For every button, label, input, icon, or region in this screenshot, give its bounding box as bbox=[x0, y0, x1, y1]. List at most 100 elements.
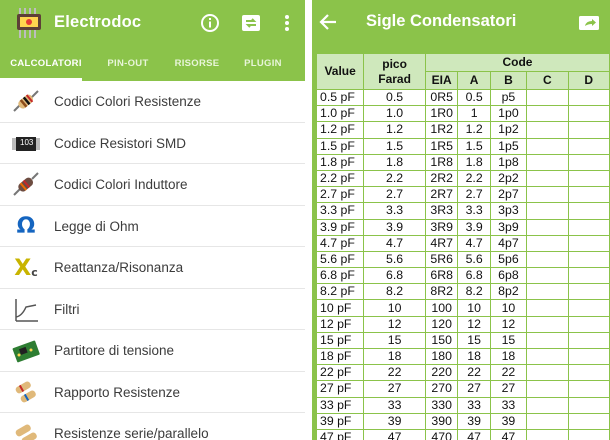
table-cell: 39 bbox=[363, 412, 426, 430]
table-row: 15 pF 15 150 15 15 bbox=[316, 331, 610, 350]
table-cell: 12 bbox=[363, 315, 426, 333]
table-cell: 2R2 bbox=[424, 169, 459, 188]
table-cell: 2.7 bbox=[457, 186, 491, 204]
table-cell-empty bbox=[526, 315, 569, 333]
table-cell: 5.6 bbox=[363, 250, 426, 269]
table-cell: 33 bbox=[457, 396, 491, 414]
table-cell-empty bbox=[526, 412, 569, 430]
table-cell: 3.3 bbox=[457, 202, 491, 220]
table-cell: 3R3 bbox=[424, 202, 459, 220]
table-row: 27 pF 27 270 27 27 bbox=[316, 380, 610, 398]
menu-item-series-parallel[interactable]: Resistenze serie/parallelo bbox=[0, 413, 305, 440]
table-cell-empty bbox=[526, 299, 569, 317]
table-cell: 1.2 pF bbox=[316, 121, 365, 139]
tab-risorse[interactable]: RISORSE bbox=[168, 48, 226, 81]
table-cell: 12 pF bbox=[316, 315, 365, 333]
table-cell: 5R6 bbox=[424, 250, 459, 269]
inductor-icon bbox=[13, 172, 39, 196]
table-row: 6.8 pF 6.8 6R8 6.8 6p8 bbox=[316, 267, 610, 285]
table-row: 1.0 pF 1.0 1R0 1 1p0 bbox=[316, 105, 610, 123]
table-cell-empty bbox=[567, 169, 610, 188]
table-cell: 0.5 bbox=[363, 88, 426, 107]
table-cell: 33 bbox=[363, 396, 426, 414]
header-code: Code bbox=[424, 53, 610, 72]
table-cell: 2.7 pF bbox=[316, 186, 365, 204]
table-row: 8.2 pF 8.2 8R2 8.2 8p2 bbox=[316, 283, 610, 301]
swap-icon[interactable] bbox=[240, 12, 262, 34]
table-row: 33 pF 33 330 33 33 bbox=[316, 396, 610, 414]
app-title: Electrodoc bbox=[54, 13, 142, 31]
capacitor-codes-screen: Sigle Condensatori Value pico Farad Code… bbox=[312, 0, 610, 440]
menu-item-reactance[interactable]: Xc Reattanza/Risonanza bbox=[0, 247, 305, 289]
menu-item-voltage-divider[interactable]: Partitore di tensione bbox=[0, 330, 305, 372]
menu-item-ohm-law[interactable]: Ω Legge di Ohm bbox=[0, 206, 305, 247]
table-cell: 1.5 pF bbox=[316, 137, 365, 155]
table-cell-empty bbox=[526, 380, 569, 398]
table-cell: 150 bbox=[424, 331, 459, 350]
table-cell: 8.2 pF bbox=[316, 283, 365, 301]
table-cell-empty bbox=[526, 331, 569, 350]
menu-item-filters[interactable]: Filtri bbox=[0, 289, 305, 330]
omega-icon: Ω bbox=[16, 214, 36, 239]
table-scroll[interactable]: Value pico Farad Code EIA A B C D 0.5 pF… bbox=[316, 53, 610, 440]
table-cell: 2p2 bbox=[489, 169, 528, 188]
table-cell: 22 pF bbox=[316, 364, 365, 382]
table-cell-empty bbox=[567, 299, 610, 317]
table-row: 39 pF 39 390 39 39 bbox=[316, 412, 610, 430]
table-cell: 5.6 pF bbox=[316, 250, 365, 269]
table-row: 3.3 pF 3.3 3R3 3.3 3p3 bbox=[316, 202, 610, 220]
table-cell-empty bbox=[567, 364, 610, 382]
table-cell: 120 bbox=[424, 315, 459, 333]
header-pico-farad: pico Farad bbox=[363, 53, 426, 90]
arrow-back-icon[interactable] bbox=[316, 10, 342, 34]
table-cell: 390 bbox=[424, 412, 459, 430]
table-cell: 15 bbox=[489, 331, 528, 350]
table-cell: 4p7 bbox=[489, 234, 528, 252]
share-icon[interactable] bbox=[578, 12, 600, 32]
menu-label: Rapporto Resistenze bbox=[54, 384, 181, 400]
table-cell: 4.7 pF bbox=[316, 234, 365, 252]
header-farad: Farad bbox=[378, 71, 411, 86]
table-cell: 1p0 bbox=[489, 105, 528, 123]
table-cell-empty bbox=[526, 186, 569, 204]
menu-item-resistor-ratio[interactable]: Rapporto Resistenze bbox=[0, 372, 305, 413]
content-area: Value pico Farad Code EIA A B C D 0.5 pF… bbox=[312, 45, 610, 440]
menu-label: Reattanza/Risonanza bbox=[54, 260, 184, 275]
more-vert-icon[interactable] bbox=[276, 12, 298, 34]
table-cell: 10 bbox=[489, 299, 528, 317]
header-b: B bbox=[489, 71, 528, 90]
smd-resistor-icon: 103 bbox=[12, 131, 40, 157]
header-d: D bbox=[567, 71, 610, 90]
table-cell: 27 bbox=[489, 380, 528, 398]
table-cell: 12 bbox=[489, 315, 528, 333]
table-cell: 1.0 bbox=[363, 105, 426, 123]
table-cell: 3p9 bbox=[489, 218, 528, 236]
table-cell: 22 bbox=[457, 364, 491, 382]
tab-plugin[interactable]: PLUGIN bbox=[236, 48, 290, 81]
table-cell: 1p8 bbox=[489, 153, 528, 171]
menu-item-smd-resistor[interactable]: 103 Codice Resistori SMD bbox=[0, 123, 305, 164]
info-icon[interactable] bbox=[199, 12, 221, 34]
table-cell: 2.7 bbox=[363, 186, 426, 204]
menu-label: Resistenze serie/parallelo bbox=[54, 426, 209, 440]
table-cell: 27 bbox=[457, 380, 491, 398]
table-cell: 2p7 bbox=[489, 186, 528, 204]
header-pico: pico bbox=[382, 56, 407, 71]
table-row: 12 pF 12 120 12 12 bbox=[316, 315, 610, 333]
table-cell: 2.2 bbox=[363, 169, 426, 188]
circuit-board-icon bbox=[12, 340, 40, 363]
table-cell: 3.9 bbox=[363, 218, 426, 236]
menu-item-inductor-colors[interactable]: Codici Colori Induttore bbox=[0, 164, 305, 206]
menu-item-resistor-colors[interactable]: Codici Colori Resistenze bbox=[0, 81, 305, 123]
table-cell: 2.2 bbox=[457, 169, 491, 188]
table-cell: 39 bbox=[457, 412, 491, 430]
tab-pin-out[interactable]: PIN-OUT bbox=[88, 48, 168, 81]
table-cell: 5.6 bbox=[457, 250, 491, 269]
header-eia: EIA bbox=[424, 71, 459, 90]
table-cell: 27 pF bbox=[316, 380, 365, 398]
table-cell-empty bbox=[567, 202, 610, 220]
table-cell: 1.8 bbox=[363, 153, 426, 171]
table-cell-empty bbox=[567, 88, 610, 107]
table-row: 10 pF 10 100 10 10 bbox=[316, 299, 610, 317]
tab-calcolatori[interactable]: CALCOLATORI bbox=[4, 48, 88, 81]
